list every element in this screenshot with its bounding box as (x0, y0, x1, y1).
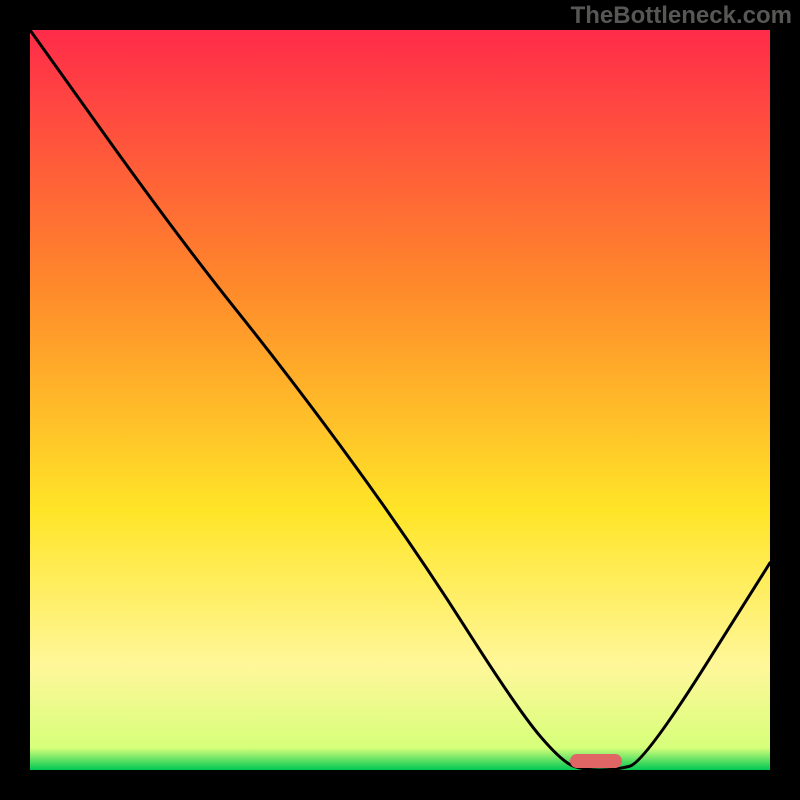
optimal-marker (570, 754, 622, 768)
chart-area (30, 30, 770, 770)
gradient-background (30, 30, 770, 770)
chart-svg (30, 30, 770, 770)
watermark-text: TheBottleneck.com (571, 2, 792, 30)
